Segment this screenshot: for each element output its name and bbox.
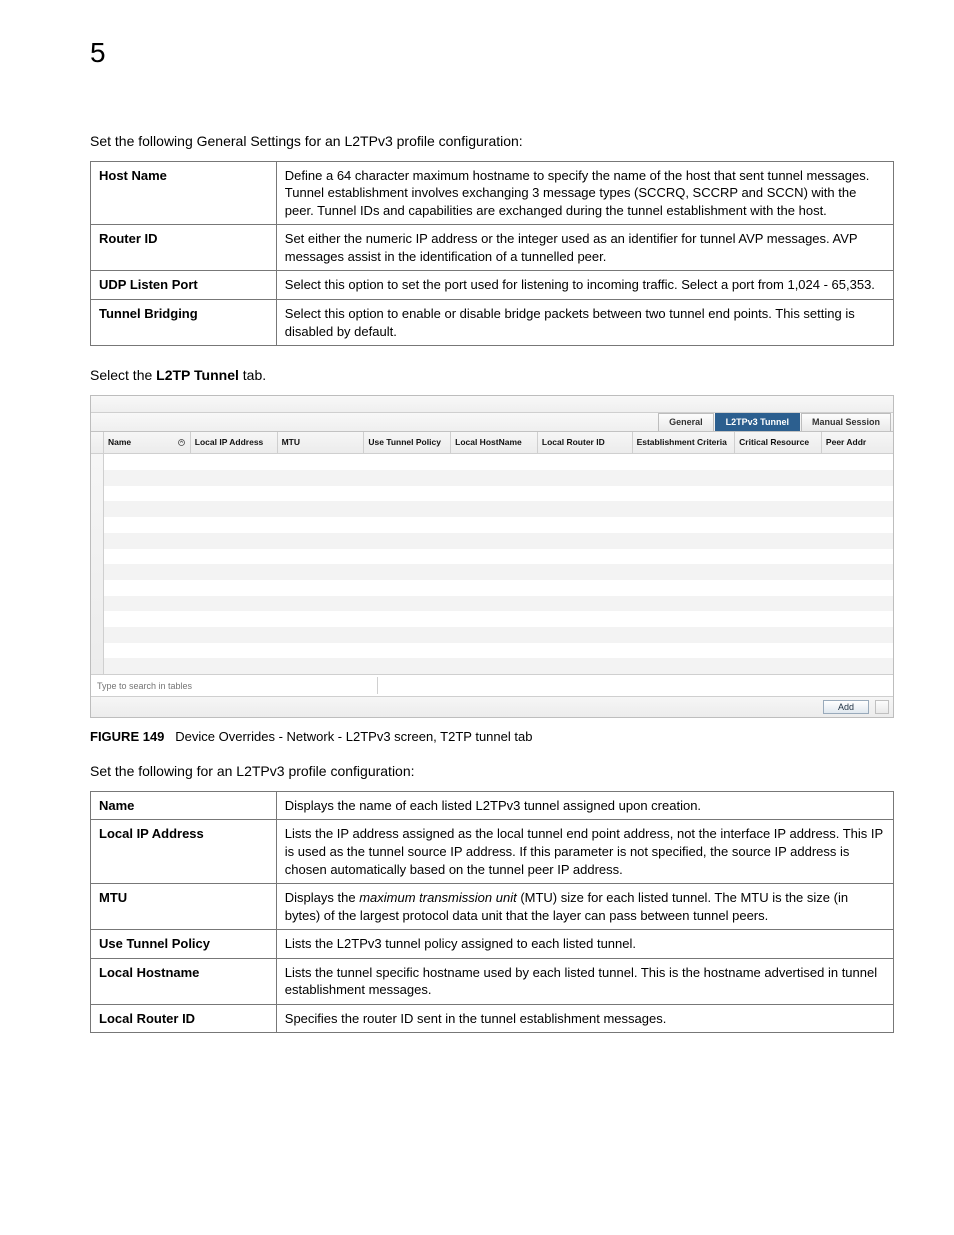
setting-desc: Displays the maximum transmission unit (… [276,884,893,930]
figure-number: FIGURE 149 [90,729,164,744]
col-label: MTU [282,437,300,448]
table-row: Local Hostname Lists the tunnel specific… [91,958,894,1004]
intro-general-settings: Set the following General Settings for a… [90,132,894,151]
text: tab. [239,367,266,383]
table-row: Router ID Set either the numeric IP addr… [91,225,894,271]
grid-rows-empty [104,454,893,674]
table-row: Local Router ID Specifies the router ID … [91,1004,894,1033]
table-row: UDP Listen Port Select this option to se… [91,271,894,300]
setting-desc: Displays the name of each listed L2TPv3 … [276,791,893,820]
tunnel-columns-table: Name Displays the name of each listed L2… [90,791,894,1033]
table-row: MTU Displays the maximum transmission un… [91,884,894,930]
intro-profile-config: Set the following for an L2TPv3 profile … [90,762,894,781]
tab-manual-session[interactable]: Manual Session [801,413,891,430]
page: 5 Set the following General Settings for… [0,0,954,1235]
setting-desc: Define a 64 character maximum hostname t… [276,161,893,225]
col-label: Peer Addr [826,437,866,448]
col-label: Establishment Criteria [637,437,727,448]
grid-footer: Add [91,696,893,717]
footer-extra-button[interactable] [875,700,889,714]
tab-l2tpv3-tunnel[interactable]: L2TPv3 Tunnel [715,413,800,430]
setting-label: Local IP Address [91,820,277,884]
text-italic: maximum transmission unit [359,890,517,905]
setting-label: Name [91,791,277,820]
grid-body[interactable] [91,454,893,674]
tab-general[interactable]: General [658,413,714,430]
col-label: Local HostName [455,437,522,448]
grid-headers: Name Local IP Address MTU Use Tunnel Pol… [104,432,893,453]
table-row: Use Tunnel Policy Lists the L2TPv3 tunne… [91,930,894,959]
col-peer[interactable]: Peer Addr [822,432,893,453]
setting-label: Tunnel Bridging [91,299,277,345]
row-selector-column [91,432,104,453]
divider [377,677,378,694]
col-label: Local Router ID [542,437,605,448]
figure-caption: FIGURE 149 Device Overrides - Network - … [90,728,894,746]
setting-desc: Lists the L2TPv3 tunnel policy assigned … [276,930,893,959]
grid-search-row [91,674,893,696]
text-bold: L2TP Tunnel [156,367,239,383]
col-local-host[interactable]: Local HostName [451,432,538,453]
col-mtu[interactable]: MTU [278,432,365,453]
col-local-router[interactable]: Local Router ID [538,432,633,453]
sort-icon [177,438,186,447]
setting-desc: Lists the IP address assigned as the loc… [276,820,893,884]
setting-desc: Select this option to set the port used … [276,271,893,300]
panel-gradient-bar [91,396,893,413]
col-label: Use Tunnel Policy [368,437,441,448]
col-label: Critical Resource [739,437,809,448]
text: Displays the [285,890,359,905]
setting-desc: Lists the tunnel specific hostname used … [276,958,893,1004]
table-row: Tunnel Bridging Select this option to en… [91,299,894,345]
text: Select the [90,367,156,383]
figure-title: Device Overrides - Network - L2TPv3 scre… [175,729,532,744]
setting-desc: Set either the numeric IP address or the… [276,225,893,271]
table-row: Host Name Define a 64 character maximum … [91,161,894,225]
table-row: Name Displays the name of each listed L2… [91,791,894,820]
col-use-tunnel[interactable]: Use Tunnel Policy [364,432,451,453]
setting-label: Host Name [91,161,277,225]
setting-label: Local Router ID [91,1004,277,1033]
search-input[interactable] [91,680,281,692]
setting-label: UDP Listen Port [91,271,277,300]
col-local-ip[interactable]: Local IP Address [191,432,278,453]
setting-label: MTU [91,884,277,930]
col-establish[interactable]: Establishment Criteria [633,432,736,453]
grid-header-row: Name Local IP Address MTU Use Tunnel Pol… [91,432,893,454]
table-row: Local IP Address Lists the IP address as… [91,820,894,884]
add-button[interactable]: Add [823,700,869,714]
row-selector-column [91,454,104,674]
col-critical[interactable]: Critical Resource [735,432,822,453]
setting-label: Router ID [91,225,277,271]
col-label: Local IP Address [195,437,264,448]
chapter-number: 5 [90,34,894,72]
setting-desc: Specifies the router ID sent in the tunn… [276,1004,893,1033]
select-tab-instruction: Select the L2TP Tunnel tab. [90,366,894,385]
general-settings-table: Host Name Define a 64 character maximum … [90,161,894,346]
l2tp-tunnel-grid-panel: General L2TPv3 Tunnel Manual Session Nam… [90,395,894,718]
setting-desc: Select this option to enable or disable … [276,299,893,345]
col-name[interactable]: Name [104,432,191,453]
setting-label: Local Hostname [91,958,277,1004]
col-label: Name [108,437,131,448]
grid-tabs: General L2TPv3 Tunnel Manual Session [91,413,893,432]
setting-label: Use Tunnel Policy [91,930,277,959]
